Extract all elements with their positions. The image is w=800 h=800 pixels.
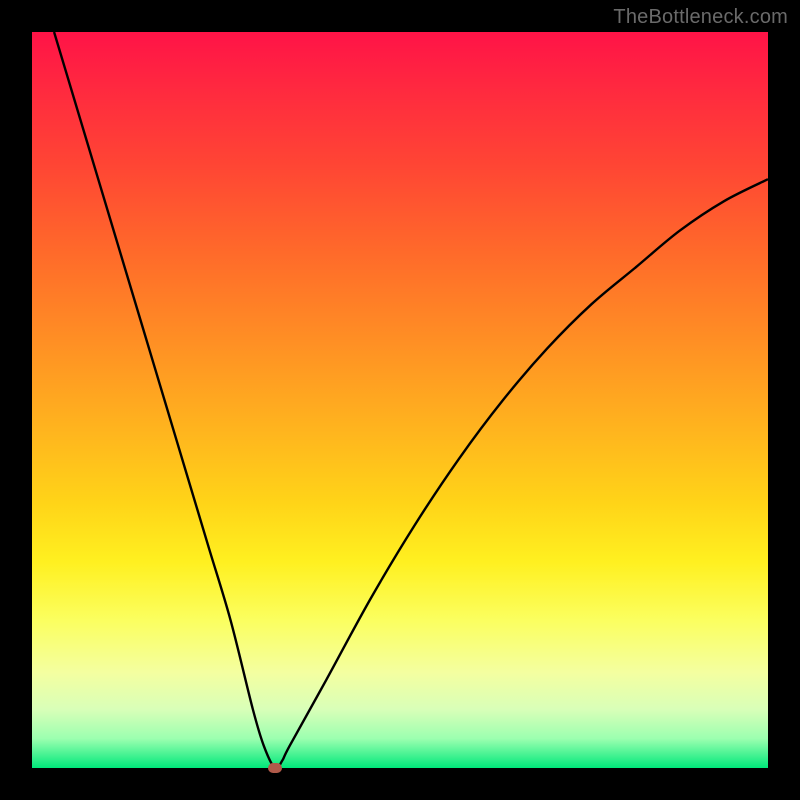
watermark-text: TheBottleneck.com <box>613 6 788 29</box>
bottleneck-curve <box>54 32 768 768</box>
curve-svg <box>32 32 768 768</box>
plot-area <box>32 32 768 768</box>
optimum-marker <box>268 763 282 773</box>
chart-frame: TheBottleneck.com <box>0 0 800 800</box>
